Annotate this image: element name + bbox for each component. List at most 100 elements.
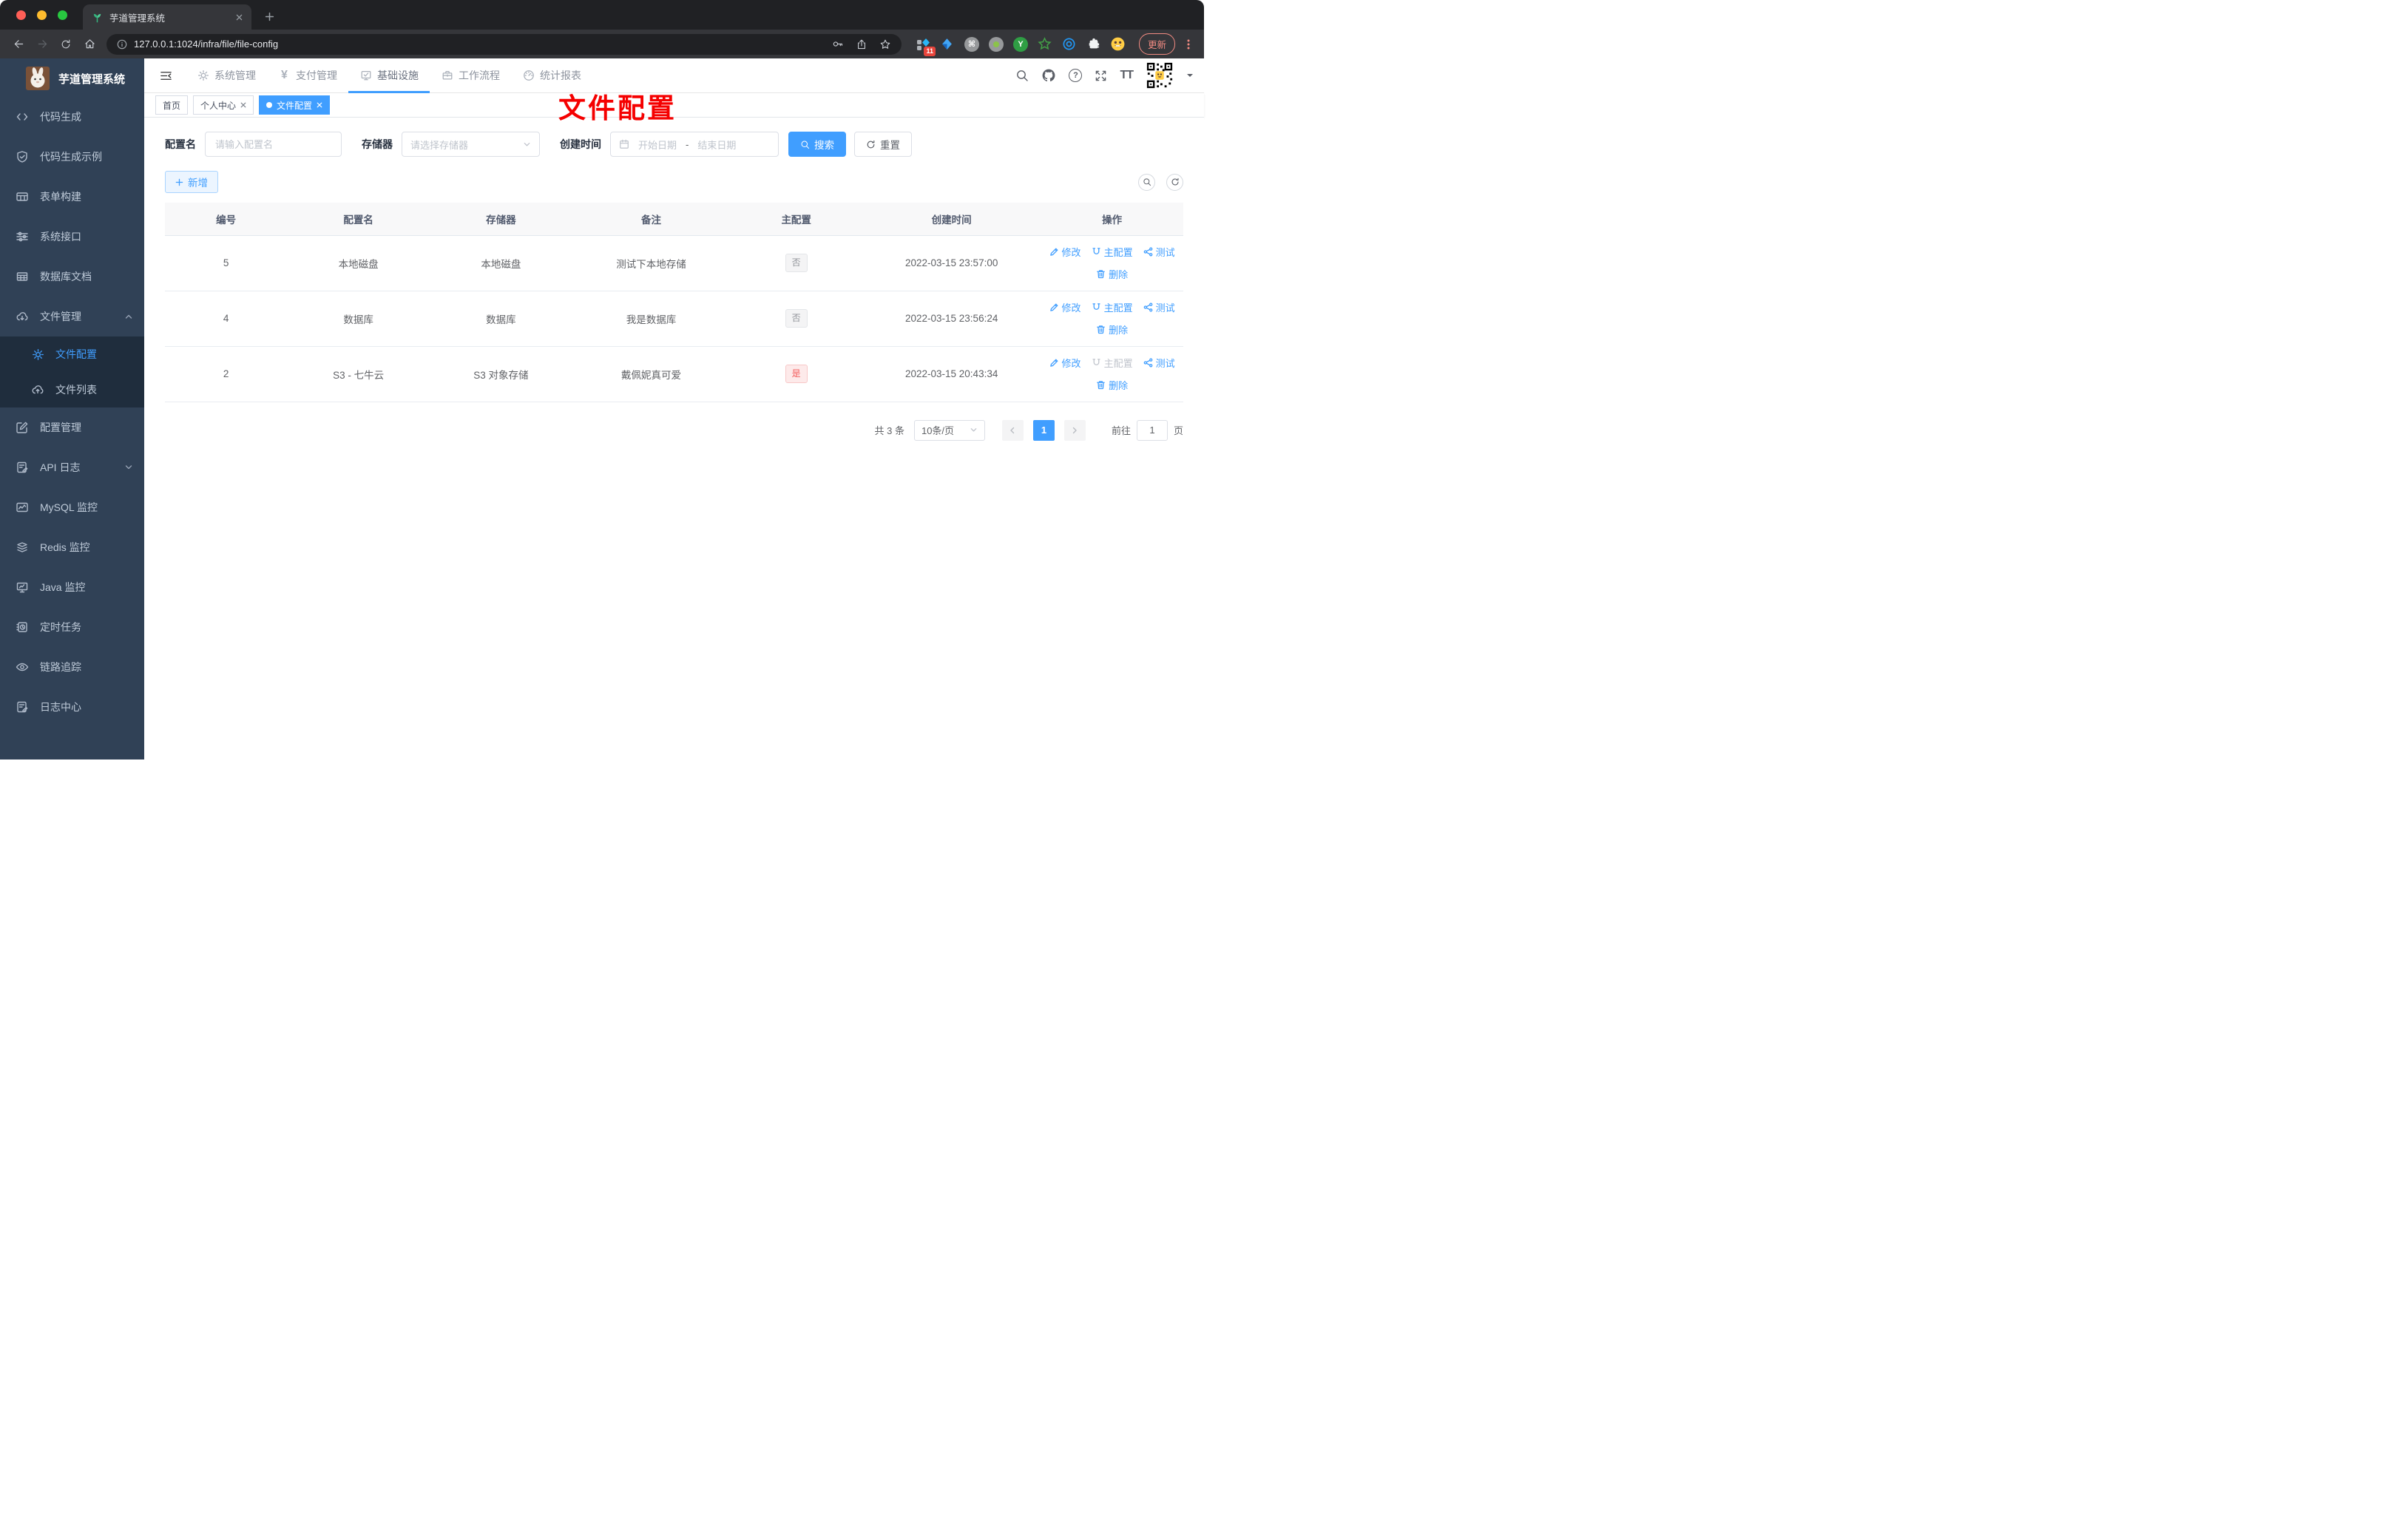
yen-icon: ¥ [281,69,288,81]
font-size-icon[interactable]: TT [1120,69,1134,82]
sidebar-item-mysql-monitor[interactable]: MySQL 监控 [0,487,144,527]
app-title: 芋道管理系统 [58,72,126,86]
close-icon[interactable] [317,102,322,108]
add-button[interactable]: 新增 [165,171,218,193]
sidebar-item-code-demo[interactable]: 代码生成示例 [0,137,144,177]
extension-command-icon[interactable]: ⌘ [964,36,980,53]
window-minimize-button[interactable] [37,10,47,20]
sidebar-item-file-config[interactable]: 文件配置 [0,336,144,372]
col-remark: 备注 [572,203,731,236]
sidebar-item-file-management[interactable]: 文件管理 [0,297,144,336]
sidebar-item-log-center[interactable]: 日志中心 [0,687,144,727]
topnav-reports[interactable]: 统计报表 [511,58,592,93]
back-button[interactable] [7,33,30,55]
tag-profile[interactable]: 个人中心 [193,95,254,115]
delete-link[interactable]: 删除 [1096,322,1128,336]
browser-toolbar: 127.0.0.1:1024/infra/file/file-config 11… [0,30,1204,58]
sidebar-item-form-builder[interactable]: 表单构建 [0,177,144,217]
topnav-infrastructure[interactable]: 基础设施 [348,58,430,93]
extensions-puzzle-icon[interactable] [1086,36,1102,53]
storage-select[interactable]: 请选择存储器 [402,132,540,157]
page-content: 配置名 存储器 请选择存储器 创建时间 开始日期 - 结束日期 搜索 [144,118,1204,760]
prev-page-button[interactable] [1001,419,1024,441]
log-edit-icon [16,700,29,714]
window-controls [16,10,67,20]
status-badge: 否 [785,309,808,328]
search-button[interactable]: 搜索 [788,132,846,157]
search-icon[interactable] [1015,69,1029,82]
profile-avatar-icon[interactable] [1110,36,1126,53]
extension-dot-icon[interactable] [988,36,1004,53]
home-button[interactable] [78,33,101,55]
browser-update-button[interactable]: 更新 [1138,33,1175,55]
reset-button[interactable]: 重置 [854,132,912,157]
date-range-picker[interactable]: 开始日期 - 结束日期 [610,132,779,157]
edit-link[interactable]: 修改 [1049,356,1081,370]
bookmark-star-icon[interactable] [879,38,891,50]
extension-star-icon[interactable] [1037,36,1053,53]
toggle-search-button[interactable] [1138,173,1155,191]
sidebar-item-code-gen[interactable]: 代码生成 [0,97,144,137]
test-link[interactable]: 测试 [1143,245,1175,259]
config-name-input[interactable] [205,132,342,157]
test-link[interactable]: 测试 [1143,356,1175,370]
sidebar-item-db-doc[interactable]: 数据库文档 [0,257,144,297]
close-icon[interactable] [240,102,246,108]
next-page-button[interactable] [1063,419,1086,441]
tags-view-bar: 首页 个人中心 文件配置 [144,93,1204,118]
current-page-button[interactable]: 1 [1032,419,1055,441]
delete-link[interactable]: 删除 [1096,378,1128,392]
new-tab-button[interactable] [259,6,280,27]
extension-y-icon[interactable]: Y [1012,36,1029,53]
tab-close-icon[interactable] [236,14,243,21]
sidebar-item-scheduled-tasks[interactable]: 定时任务 [0,607,144,647]
topnav-workflow[interactable]: 工作流程 [430,58,511,93]
browser-menu-icon[interactable] [1180,38,1197,50]
sidebar-collapse-icon[interactable] [155,69,177,83]
user-avatar[interactable] [1146,61,1174,89]
password-key-icon[interactable] [831,38,844,50]
browser-tab-strip: 芋道管理系统 [0,0,1204,30]
sidebar-item-redis-monitor[interactable]: Redis 监控 [0,527,144,567]
sidebar-item-system-api[interactable]: 系统接口 [0,217,144,257]
sidebar-item-api-log[interactable]: API 日志 [0,447,144,487]
sidebar-item-file-list[interactable]: 文件列表 [0,372,144,407]
share-icon[interactable] [856,38,868,50]
extension-eye-icon[interactable] [1061,36,1078,53]
fullscreen-icon[interactable] [1095,70,1107,82]
site-info-icon[interactable] [117,39,127,50]
reload-button[interactable] [55,33,77,55]
tag-file-config[interactable]: 文件配置 [259,95,331,115]
file-config-table: 编号 配置名 存储器 备注 主配置 创建时间 操作 5 本地磁盘 本地磁盘 测试 [165,203,1183,402]
delete-link[interactable]: 删除 [1096,267,1128,281]
sidebar-item-config-management[interactable]: 配置管理 [0,407,144,447]
page-size-select[interactable]: 10条/页 [913,419,985,441]
topnav-system[interactable]: 系统管理 [186,58,267,93]
github-icon[interactable] [1041,68,1056,83]
avatar-caret-down-icon[interactable] [1186,72,1194,79]
extension-kite-icon[interactable] [939,36,956,53]
window-zoom-button[interactable] [58,10,67,20]
master-config-link[interactable]: 主配置 [1092,300,1133,314]
goto-page-input[interactable] [1136,419,1168,441]
master-config-link[interactable]: 主配置 [1092,245,1133,259]
master-config-link-disabled[interactable]: 主配置 [1092,356,1133,370]
window-close-button[interactable] [16,10,26,20]
help-icon[interactable]: ? [1069,69,1083,82]
sidebar-item-java-monitor[interactable]: Java 监控 [0,567,144,607]
table-header-row: 编号 配置名 存储器 备注 主配置 创建时间 操作 [165,203,1183,236]
edit-link[interactable]: 修改 [1049,300,1081,314]
edit-link[interactable]: 修改 [1049,245,1081,259]
address-bar[interactable]: 127.0.0.1:1024/infra/file/file-config [106,33,902,55]
sidebar-item-tracing[interactable]: 链路追踪 [0,647,144,687]
favicon-sprout-icon [92,12,103,23]
tag-home[interactable]: 首页 [155,95,189,115]
test-link[interactable]: 测试 [1143,300,1175,314]
extension-grid-icon[interactable]: 11 [915,36,936,56]
topnav-payment[interactable]: ¥ 支付管理 [267,58,348,93]
grid-icon [16,270,29,283]
refresh-table-button[interactable] [1166,173,1183,191]
forward-button[interactable] [31,33,53,55]
pagination: 共 3 条 10条/页 1 前往 页 [165,419,1183,441]
browser-tab[interactable]: 芋道管理系统 [83,4,251,30]
